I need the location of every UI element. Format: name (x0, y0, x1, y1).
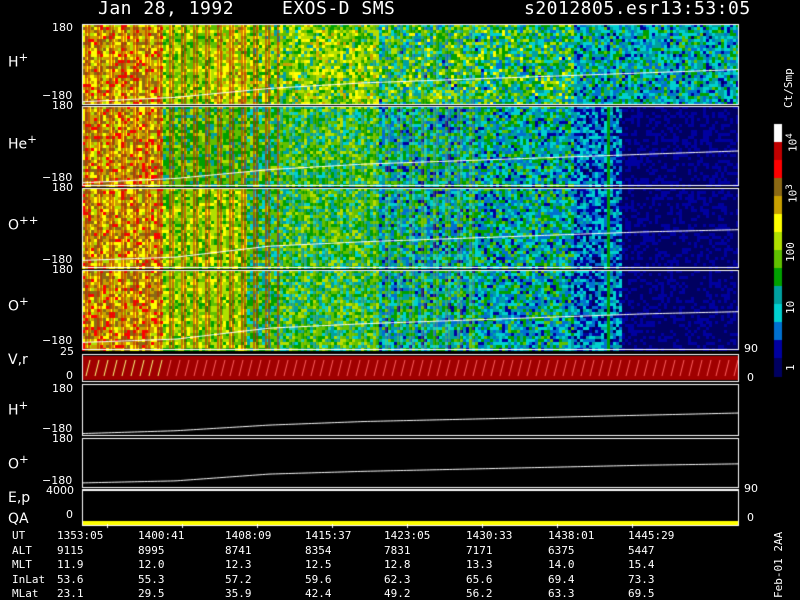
ytick-top: 180 (52, 432, 73, 445)
spectrogram-plot (0, 0, 800, 600)
title-file: s2012805.esr (524, 0, 661, 19)
panel-label-vr: V,r (8, 352, 28, 368)
footer-cell: 8354 (305, 543, 332, 557)
right-tick-vr-top: 90 (744, 342, 758, 355)
footer-cell: 1430:33 (466, 529, 513, 542)
footer-cell: 15.4 (628, 558, 655, 571)
ytick-top: 25 (60, 345, 74, 358)
footer-cell: 5447 (628, 543, 655, 557)
footer-row-name: UT (12, 529, 26, 542)
footer-cell: 12.8 (384, 558, 411, 571)
colorbar-tick: 1 (784, 364, 797, 371)
footer-cell: 57.2 (225, 572, 252, 586)
footer-row-name: MLT (12, 558, 32, 571)
footer-cell: 65.6 (466, 572, 493, 586)
panel-label-o-plus: O+ (8, 294, 29, 315)
ytick-bottom: 0 (66, 508, 73, 521)
footer-cell: 14.0 (548, 558, 575, 571)
footer-cell: 59.6 (305, 572, 332, 586)
colorbar-title: Ct/Smp (782, 68, 795, 108)
footer-cell: 12.0 (138, 558, 165, 571)
footer-cell: 55.3 (138, 572, 165, 586)
footer-cell: 9115 (57, 543, 84, 557)
footer-cell: 62.3 (384, 572, 411, 586)
footer-cell: 1408:09 (225, 529, 272, 542)
footer-row-name: InLat (12, 572, 46, 586)
colorbar-tick: 10 (784, 300, 797, 314)
panel-label-qa: QA (8, 511, 29, 527)
footer-cell: 29.5 (138, 587, 165, 600)
footer-cell: 1415:37 (305, 529, 352, 542)
footer-cell: 8995 (138, 543, 165, 557)
panel-label-o-plus-line: O+ (8, 452, 29, 473)
footer-cell: 73.3 (628, 572, 655, 586)
ytick-top: 180 (52, 99, 73, 112)
footer-cell: 56.2 (466, 587, 493, 600)
title-date: Jan 28, 1992 (98, 0, 235, 19)
footer-cell: 42.4 (305, 587, 332, 600)
footer-cell: 1445:29 (628, 529, 675, 542)
footer-cell: 11.9 (57, 558, 84, 571)
panel-label-h-plus: H+ (8, 50, 29, 71)
panel-label-h-plus-line: H+ (8, 398, 29, 419)
footer-cell: 7171 (466, 543, 493, 557)
footer-cell: 53.6 (57, 572, 84, 586)
right-tick-vr-bottom: 0 (747, 371, 754, 384)
footer-cell: 6375 (548, 543, 575, 557)
title-instrument: EXOS-D SMS (282, 0, 396, 19)
footer-cell: 69.4 (548, 572, 575, 586)
panel-label-o-plusplus: O++ (8, 213, 39, 234)
right-tick-ep-top: 90 (744, 482, 758, 495)
ytick-top: 180 (52, 263, 73, 276)
footer-cell: 1353:05 (57, 529, 104, 542)
ytick-bottom: 0 (66, 369, 73, 382)
footer-cell: 7831 (384, 543, 411, 557)
title-time: 13:53:05 (660, 0, 751, 19)
footer-cell: 63.3 (548, 587, 575, 600)
footer-row-name: MLat (12, 587, 39, 600)
footer-cell: 35.9 (225, 587, 252, 600)
footer-cell: 1438:01 (548, 529, 595, 542)
ytick-top: 180 (52, 382, 73, 395)
ytick-top: 180 (52, 21, 73, 34)
footer-cell: 23.1 (57, 587, 84, 600)
colorbar-tick: 100 (784, 242, 797, 262)
footer-cell: 1400:41 (138, 529, 185, 542)
footer-cell: 12.5 (305, 558, 332, 571)
footer-cell: 8741 (225, 543, 252, 557)
right-tick-ep-bottom: 0 (747, 511, 754, 524)
footer-cell: 12.3 (225, 558, 252, 571)
panel-label-ep: E,p (8, 490, 31, 506)
colorbar-tick: 104 (784, 133, 800, 152)
ytick-top: 4000 (46, 484, 74, 497)
panel-label-he-plus: He+ (8, 132, 37, 153)
colorbar-tick: 103 (784, 184, 800, 203)
footer-cell: 69.5 (628, 587, 655, 600)
ytick-top: 180 (52, 181, 73, 194)
footer-row-name: ALT (12, 543, 32, 557)
footer-cell: 1423:05 (384, 529, 431, 542)
footer-cell: 49.2 (384, 587, 411, 600)
footer-cell: 13.3 (466, 558, 493, 571)
footer-stamp: Feb-01 2AA (772, 531, 785, 598)
